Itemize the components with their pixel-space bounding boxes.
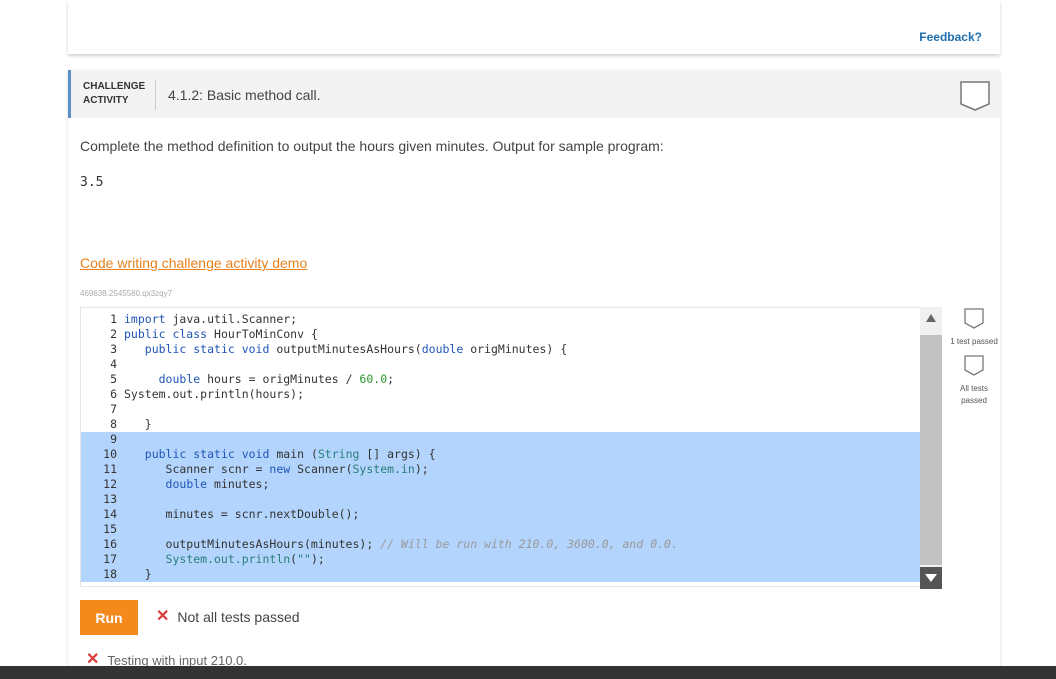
line-number: 12 bbox=[103, 477, 117, 491]
code-line[interactable]: 15 bbox=[81, 522, 941, 537]
code-text[interactable]: minutes = scnr.nextDouble(); bbox=[124, 507, 360, 522]
code-line[interactable]: 3 public static void outputMinutesAsHour… bbox=[81, 342, 941, 357]
activity-prompt: Complete the method definition to output… bbox=[80, 138, 664, 154]
code-line[interactable]: 2 public class HourToMinConv { bbox=[81, 327, 941, 342]
all-tests-label: All tests passed bbox=[959, 384, 988, 405]
code-text[interactable]: double minutes; bbox=[124, 477, 270, 492]
code-editor[interactable]: 1 import java.util.Scanner; 2 public class … bbox=[80, 307, 942, 587]
editor-scrollbar[interactable] bbox=[920, 307, 942, 589]
activity-type-line2: ACTIVITY bbox=[83, 95, 129, 106]
line-number: 9 bbox=[110, 432, 117, 446]
activity-type-line1: CHALLENGE bbox=[83, 81, 146, 92]
sample-output: 3.5 bbox=[80, 175, 104, 190]
scroll-down-button[interactable] bbox=[920, 567, 942, 589]
activity-type: CHALLENGE ACTIVITY bbox=[83, 80, 153, 112]
one-test-shield-icon bbox=[964, 308, 984, 329]
code-line[interactable]: 6 System.out.println(hours); bbox=[81, 387, 941, 402]
code-text[interactable]: System.out.println(""); bbox=[124, 552, 325, 567]
code-line[interactable]: 4 bbox=[81, 357, 941, 372]
code-text[interactable]: Scanner scnr = new Scanner(System.in); bbox=[124, 462, 429, 477]
code-line[interactable]: 7 bbox=[81, 402, 941, 417]
line-number: 4 bbox=[110, 357, 117, 371]
line-number: 10 bbox=[103, 447, 117, 461]
code-text[interactable]: public class HourToMinConv { bbox=[124, 327, 318, 342]
code-text[interactable]: } bbox=[124, 417, 152, 432]
code-line[interactable]: 9 bbox=[81, 432, 941, 447]
test-results-panel: 1 test passed All tests passed bbox=[948, 307, 1000, 413]
line-number: 2 bbox=[110, 327, 117, 341]
code-line[interactable]: 14 minutes = scnr.nextDouble(); bbox=[81, 507, 941, 522]
header-divider bbox=[155, 80, 156, 110]
one-test-label: 1 test passed bbox=[950, 337, 998, 346]
activity-id: 469638.2545580.qx3zqy7 bbox=[80, 289, 173, 298]
line-number: 5 bbox=[110, 372, 117, 386]
scroll-up-button[interactable] bbox=[920, 307, 942, 329]
run-button[interactable]: Run bbox=[80, 600, 138, 635]
code-text[interactable]: System.out.println(hours); bbox=[124, 387, 304, 402]
code-text[interactable]: public static void outputMinutesAsHours(… bbox=[124, 342, 567, 357]
line-number: 16 bbox=[103, 537, 117, 551]
code-line[interactable]: 10 public static void main (String [] ar… bbox=[81, 447, 941, 462]
code-line[interactable]: 11 Scanner scnr = new Scanner(System.in)… bbox=[81, 462, 941, 477]
feedback-link[interactable]: Feedback? bbox=[919, 30, 982, 44]
code-line[interactable]: 16 outputMinutesAsHours(minutes); // Wil… bbox=[81, 537, 941, 552]
line-number: 14 bbox=[103, 507, 117, 521]
activity-header: CHALLENGE ACTIVITY 4.1.2: Basic method c… bbox=[68, 70, 1000, 118]
code-line[interactable]: 18 } bbox=[81, 567, 941, 582]
line-number: 3 bbox=[110, 342, 117, 356]
code-line[interactable]: 13 bbox=[81, 492, 941, 507]
code-line[interactable]: 17 System.out.println(""); bbox=[81, 552, 941, 567]
top-card: Feedback? bbox=[68, 0, 1000, 54]
line-number: 1 bbox=[110, 312, 117, 326]
line-number: 13 bbox=[103, 492, 117, 506]
code-line[interactable]: 1 import java.util.Scanner; bbox=[81, 312, 941, 327]
code-line[interactable]: 5 double hours = origMinutes / 60.0; bbox=[81, 372, 941, 387]
activity-title: 4.1.2: Basic method call. bbox=[168, 87, 321, 103]
code-text[interactable]: } bbox=[124, 567, 152, 582]
code-line[interactable]: 8 } bbox=[81, 417, 941, 432]
code-text[interactable]: import java.util.Scanner; bbox=[124, 312, 297, 327]
line-number: 8 bbox=[110, 417, 117, 431]
line-number: 18 bbox=[103, 567, 117, 581]
code-text[interactable]: public static void main (String [] args)… bbox=[124, 447, 436, 462]
line-number: 6 bbox=[110, 387, 117, 401]
challenge-activity: CHALLENGE ACTIVITY 4.1.2: Basic method c… bbox=[68, 70, 1000, 670]
line-number: 15 bbox=[103, 522, 117, 536]
test-status: ✕ Not all tests passed bbox=[156, 608, 300, 626]
status-text: Not all tests passed bbox=[177, 609, 300, 625]
line-number: 7 bbox=[110, 402, 117, 416]
triangle-up-icon bbox=[926, 314, 936, 322]
scroll-thumb[interactable] bbox=[920, 335, 942, 565]
line-number: 11 bbox=[103, 462, 117, 476]
all-tests-shield-icon bbox=[964, 355, 984, 376]
demo-link[interactable]: Code writing challenge activity demo bbox=[80, 255, 307, 271]
completion-shield-icon bbox=[960, 81, 990, 111]
triangle-down-icon bbox=[925, 574, 937, 582]
code-text[interactable]: double hours = origMinutes / 60.0; bbox=[124, 372, 394, 387]
bottom-bar bbox=[0, 666, 1056, 679]
x-icon: ✕ bbox=[156, 608, 170, 625]
code-line[interactable]: 12 double minutes; bbox=[81, 477, 941, 492]
code-text[interactable]: outputMinutesAsHours(minutes); // Will b… bbox=[124, 537, 678, 552]
line-number: 17 bbox=[103, 552, 117, 566]
